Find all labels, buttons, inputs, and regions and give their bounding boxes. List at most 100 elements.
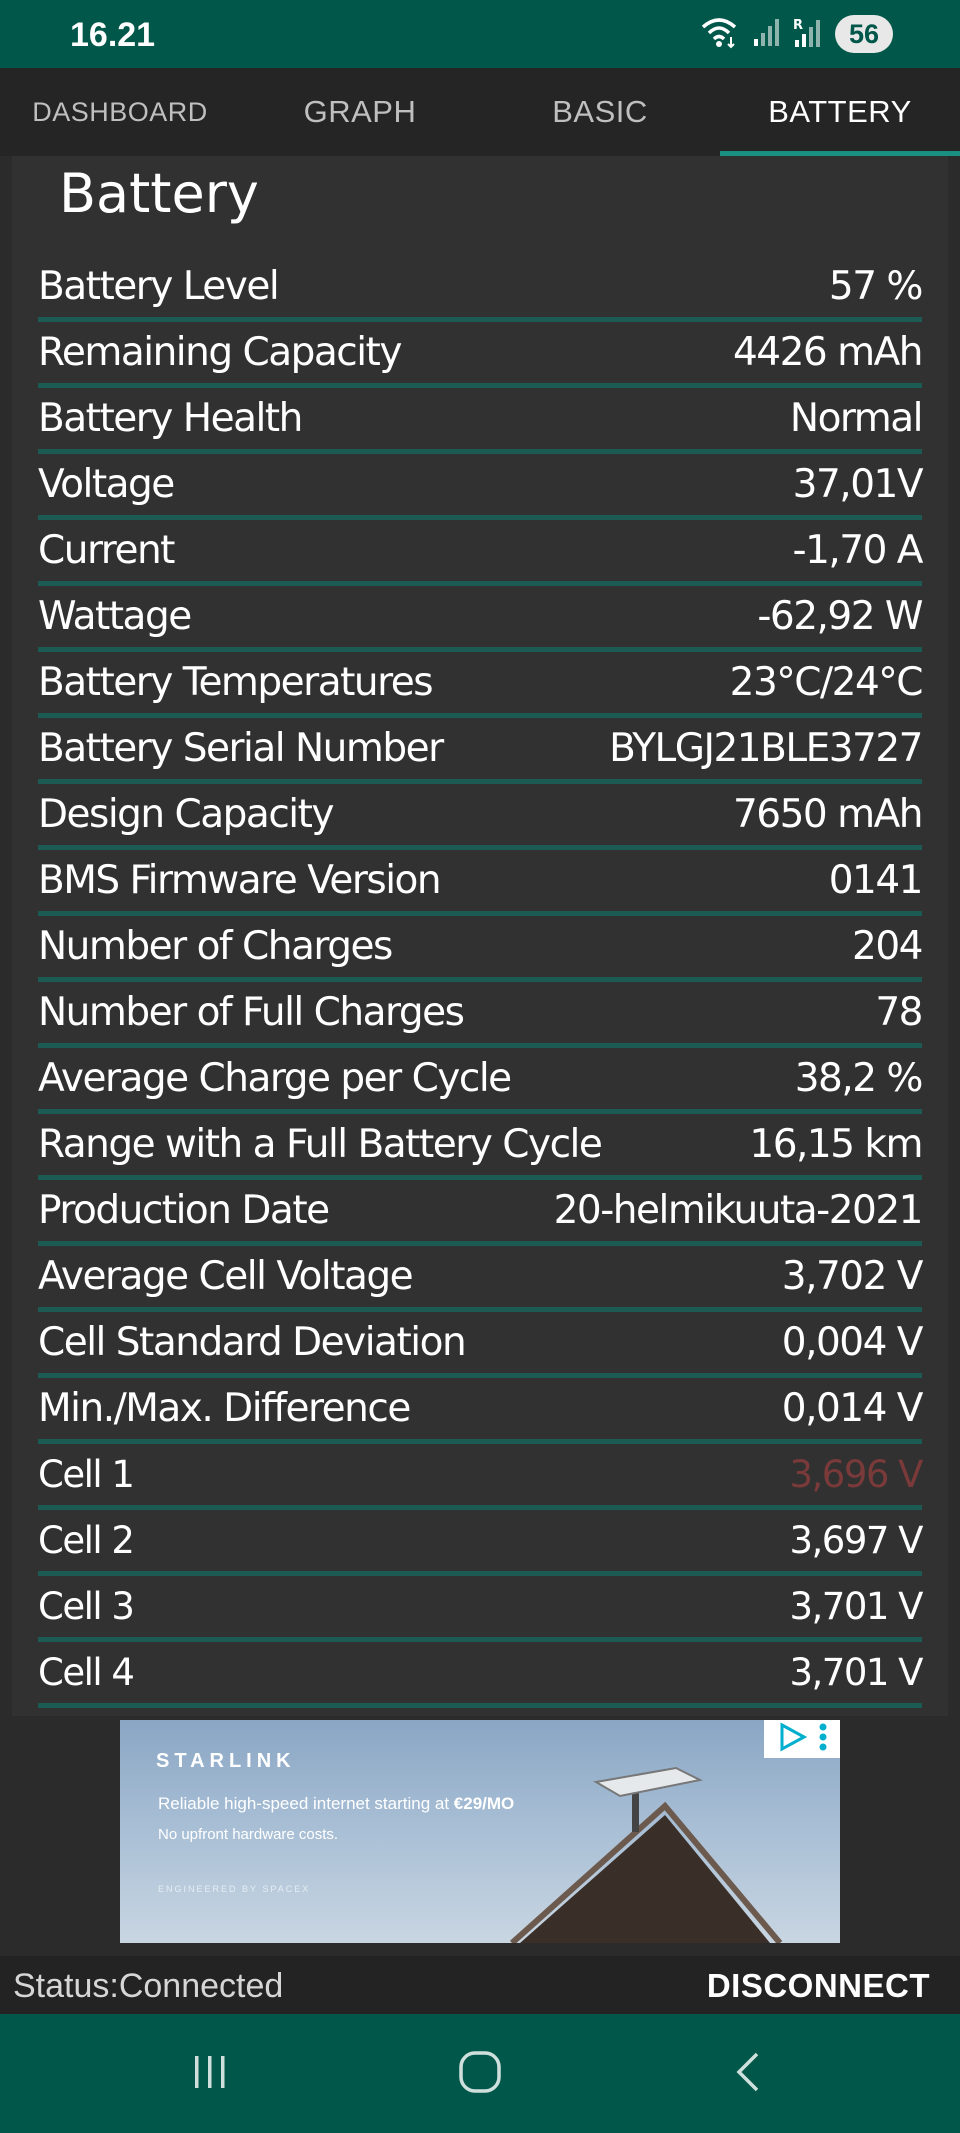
battery-indicator: 56	[835, 15, 893, 53]
signal-icon	[753, 17, 779, 52]
row-label: Number of Full Charges	[38, 990, 465, 1035]
row-value: 16,15 km	[749, 1122, 923, 1167]
svg-text:R: R	[793, 18, 803, 33]
row-label: Cell Standard Deviation	[38, 1320, 467, 1365]
row-cell-3: Cell 3 3,701 V	[38, 1576, 924, 1642]
row-label: Average Cell Voltage	[38, 1254, 414, 1299]
recents-icon[interactable]	[190, 2052, 230, 2097]
row-value: 20-helmikuuta-2021	[553, 1188, 924, 1233]
row-label: Number of Charges	[38, 924, 393, 969]
row-value: 3,702 V	[781, 1254, 924, 1299]
row-label: Wattage	[38, 594, 192, 639]
tab-bar: DASHBOARD GRAPH BASIC BATTERY	[0, 68, 960, 156]
section-title: Battery	[59, 162, 259, 225]
recents-button[interactable]	[180, 2044, 240, 2104]
row-label: Battery Health	[38, 396, 303, 441]
row-label: Range with a Full Battery Cycle	[38, 1122, 603, 1167]
system-status-bar: 16.21 R 56	[0, 0, 960, 68]
row-production-date: Production Date 20-helmikuuta-2021	[38, 1180, 924, 1246]
ad-brand: STARLINK	[156, 1750, 296, 1772]
row-label: Current	[38, 528, 175, 573]
connection-bar: Status:Connected DISCONNECT	[0, 1956, 960, 2014]
row-cell-2: Cell 2 3,697 V	[38, 1510, 924, 1576]
back-icon[interactable]	[733, 2050, 763, 2099]
ad-choices[interactable]	[764, 1720, 840, 1758]
row-average-charge: Average Charge per Cycle 38,2 %	[38, 1048, 924, 1114]
row-value: -1,70 A	[792, 528, 924, 573]
row-value: 3,701 V	[789, 1651, 924, 1694]
row-battery-level: Battery Level 57 %	[38, 256, 924, 322]
ad-subline: No upfront hardware costs.	[158, 1826, 339, 1843]
row-label: Cell 4	[38, 1651, 135, 1694]
row-value: 38,2 %	[794, 1056, 924, 1101]
ad-play-icon[interactable]	[777, 1721, 808, 1757]
back-button[interactable]	[718, 2044, 778, 2104]
signal-roaming-icon: R	[793, 16, 821, 53]
more-vert-icon[interactable]	[819, 1723, 827, 1756]
row-cell-4: Cell 4 3,701 V	[38, 1642, 924, 1708]
row-value: 37,01V	[792, 462, 924, 507]
row-range-full-cycle: Range with a Full Battery Cycle 16,15 km	[38, 1114, 923, 1180]
row-label: Voltage	[38, 462, 175, 507]
row-value: 57 %	[828, 264, 924, 309]
row-label: Design Capacity	[38, 792, 334, 837]
row-voltage: Voltage 37,01V	[38, 454, 924, 520]
row-label: Production Date	[38, 1188, 330, 1233]
row-current: Current -1,70 A	[38, 520, 924, 586]
home-icon[interactable]	[458, 2050, 502, 2099]
row-label: Remaining Capacity	[38, 330, 402, 375]
row-value: 0,004 V	[781, 1320, 924, 1365]
row-label: Battery Serial Number	[38, 726, 444, 771]
ad-price: €29/MO	[453, 1794, 515, 1813]
row-remaining-capacity: Remaining Capacity 4426 mAh	[38, 322, 924, 388]
row-label: Battery Level	[38, 264, 280, 309]
connection-status: Status:Connected	[13, 1967, 284, 2005]
tab-basic[interactable]: BASIC	[480, 68, 720, 156]
row-bms-firmware: BMS Firmware Version 0141	[38, 850, 924, 916]
row-value: Normal	[789, 396, 924, 441]
row-value: 3,697 V	[789, 1519, 924, 1562]
row-value-warning: 3,696 V	[789, 1453, 924, 1496]
row-full-charges: Number of Full Charges 78	[38, 982, 923, 1048]
row-label: Average Charge per Cycle	[38, 1056, 512, 1101]
row-label: Cell 3	[38, 1585, 135, 1628]
system-nav-bar	[0, 2014, 960, 2133]
row-value: 23°C/24°C	[729, 660, 924, 705]
row-value: 0141	[828, 858, 924, 903]
disconnect-button[interactable]: DISCONNECT	[707, 1967, 930, 2005]
row-cell-std-deviation: Cell Standard Deviation 0,004 V	[38, 1312, 924, 1378]
row-value: 4426 mAh	[732, 330, 924, 375]
tab-battery[interactable]: BATTERY	[720, 68, 960, 156]
row-battery-temperatures: Battery Temperatures 23°C/24°C	[38, 652, 924, 718]
row-label: BMS Firmware Version	[38, 858, 442, 903]
tab-dashboard[interactable]: DASHBOARD	[0, 68, 240, 156]
status-icons: R 56	[699, 14, 893, 54]
battery-info-list: Battery Level 57 % Remaining Capacity 44…	[38, 256, 924, 1708]
row-label: Cell 1	[38, 1453, 135, 1496]
row-serial-number: Battery Serial Number BYLGJ21BLE3727	[38, 718, 923, 784]
row-number-of-charges: Number of Charges 204	[38, 916, 923, 982]
row-value: 3,701 V	[789, 1585, 924, 1628]
row-battery-health: Battery Health Normal	[38, 388, 924, 454]
home-button[interactable]	[450, 2044, 510, 2104]
row-min-max-difference: Min./Max. Difference 0,014 V	[38, 1378, 924, 1444]
row-value: 0,014 V	[781, 1386, 924, 1431]
row-value: 204	[852, 924, 923, 969]
row-label: Min./Max. Difference	[38, 1386, 411, 1431]
ad-banner[interactable]: STARLINK Reliable high-speed internet st…	[120, 1720, 840, 1943]
ad-fineprint: ENGINEERED BY SPACEX	[158, 1884, 311, 1894]
row-wattage: Wattage -62,92 W	[38, 586, 923, 652]
ad-headline: Reliable high-speed internet starting at…	[158, 1794, 514, 1814]
row-value: 78	[875, 990, 923, 1035]
row-label: Battery Temperatures	[38, 660, 434, 705]
clock: 16.21	[70, 16, 156, 54]
row-label: Cell 2	[38, 1519, 135, 1562]
row-cell-1: Cell 1 3,696 V	[38, 1444, 924, 1510]
row-value: -62,92 W	[757, 594, 923, 639]
row-design-capacity: Design Capacity 7650 mAh	[38, 784, 924, 850]
wifi-icon	[699, 15, 739, 54]
row-value: BYLGJ21BLE3727	[609, 726, 923, 771]
row-value: 7650 mAh	[732, 792, 924, 837]
ad-headline-text: Reliable high-speed internet starting at	[158, 1794, 454, 1813]
tab-graph[interactable]: GRAPH	[240, 68, 480, 156]
